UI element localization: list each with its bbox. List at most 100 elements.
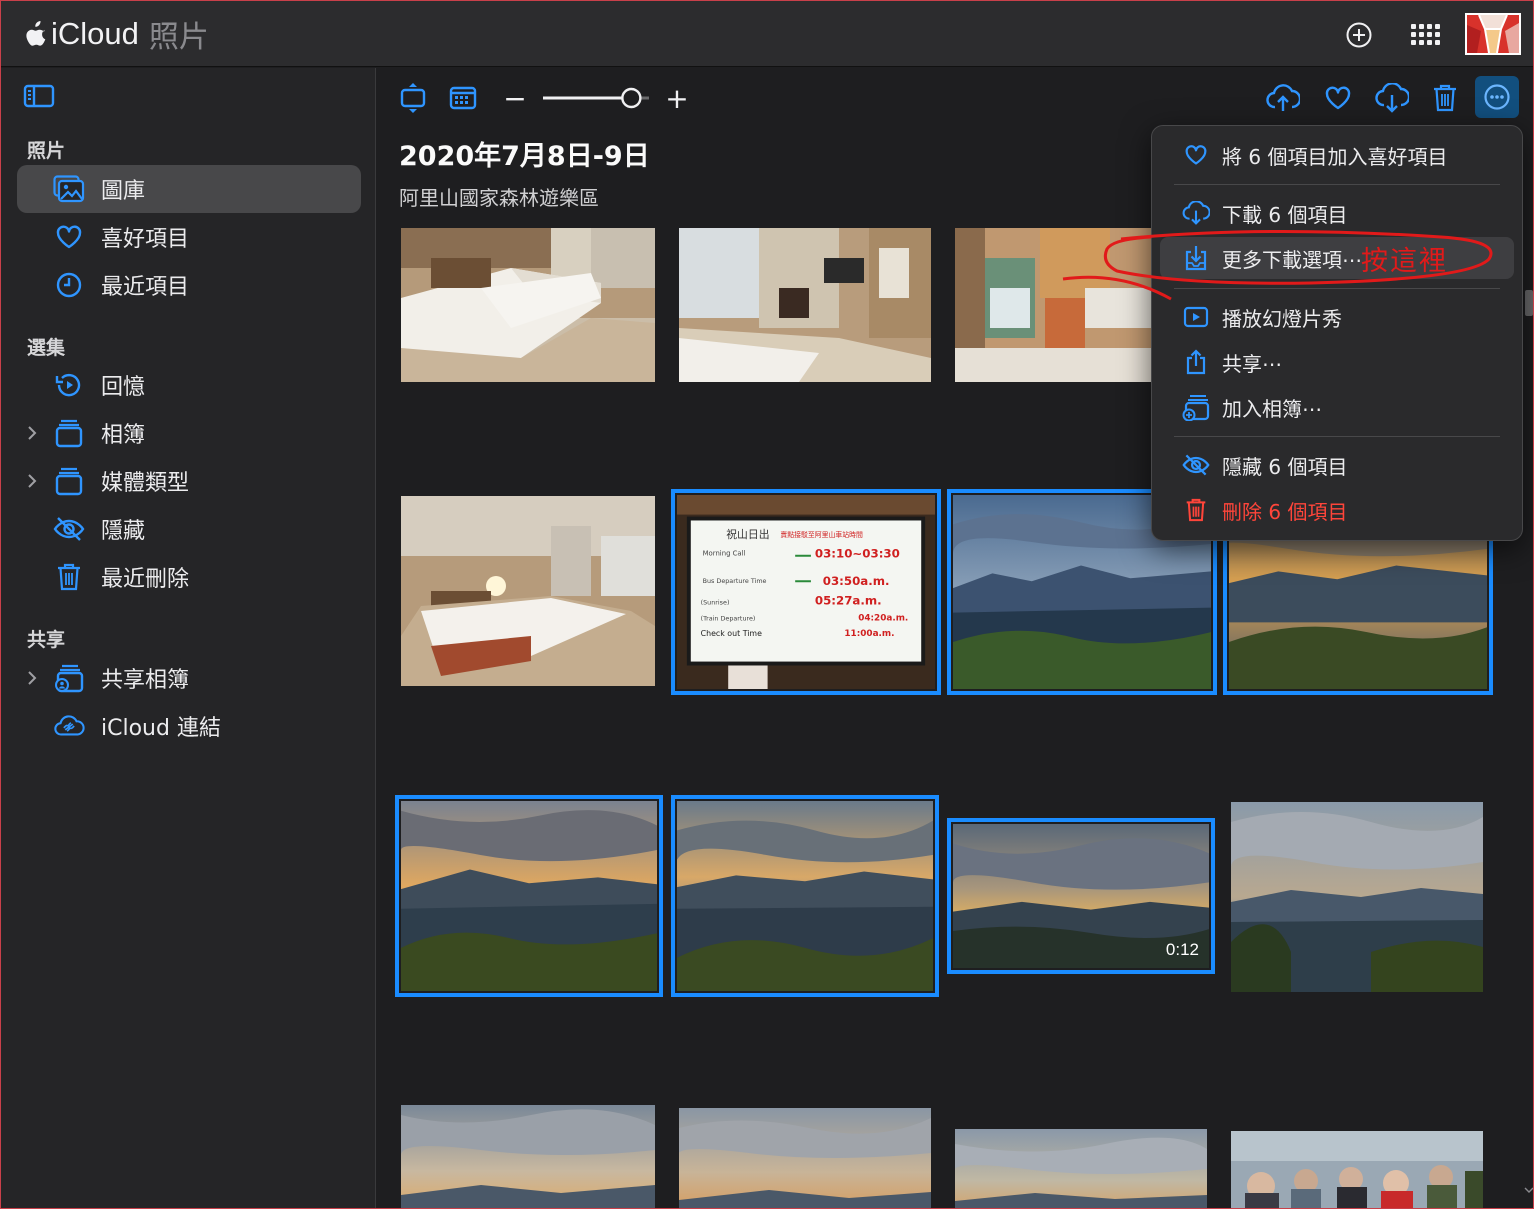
menu-item-share[interactable]: 共享⋯ bbox=[1160, 341, 1514, 383]
sidebar-item-label: 回憶 bbox=[101, 375, 146, 400]
svg-text:(Train Departure): (Train Departure) bbox=[701, 614, 756, 622]
svg-text:04:20a.m.: 04:20a.m. bbox=[858, 613, 908, 623]
heart-icon[interactable] bbox=[1318, 80, 1358, 116]
sidebar-item-label: 圖庫 bbox=[101, 179, 146, 204]
cloud-download-icon[interactable] bbox=[1372, 80, 1412, 116]
sidebar-item-label: iCloud 連結 bbox=[101, 716, 221, 741]
menu-item-delete[interactable]: 刪除 6 個項目 bbox=[1160, 489, 1514, 531]
sidebar-item-shared-albums[interactable]: 共享相簿 bbox=[17, 654, 361, 702]
svg-text:賣點接駁至阿里山車站時間: 賣點接駁至阿里山車站時間 bbox=[780, 530, 863, 539]
more-button[interactable] bbox=[1475, 76, 1519, 118]
svg-text:05:27a.m.: 05:27a.m. bbox=[815, 594, 882, 608]
sidebar-toggle-icon[interactable] bbox=[23, 84, 57, 112]
trash-icon[interactable] bbox=[1425, 80, 1465, 116]
photo-thumbnail-selected[interactable]: 祝山日出 賣點接駁至阿里山車站時間 Morning Call 03:10~03:… bbox=[671, 489, 941, 695]
sidebar-item-label: 共享相簿 bbox=[101, 668, 190, 693]
photo-thumbnail[interactable] bbox=[401, 496, 655, 686]
aspect-toggle-icon[interactable] bbox=[393, 80, 433, 116]
menu-item-hide[interactable]: 隱藏 6 個項目 bbox=[1160, 444, 1514, 486]
menu-item-download[interactable]: 下載 6 個項目 bbox=[1160, 192, 1514, 234]
sidebar-item-hidden[interactable]: 隱藏 bbox=[17, 505, 361, 553]
shared-album-icon bbox=[53, 662, 85, 694]
menu-item-add-favorites[interactable]: 將 6 個項目加入喜好項目 bbox=[1160, 134, 1514, 176]
heart-icon bbox=[53, 221, 85, 253]
menu-item-slideshow[interactable]: 播放幻燈片秀 bbox=[1160, 296, 1514, 338]
menu-item-label: 隱藏 6 個項目 bbox=[1222, 454, 1348, 479]
ellipsis-circle-icon bbox=[1484, 84, 1510, 110]
menu-divider bbox=[1174, 436, 1500, 437]
photo-thumbnail[interactable] bbox=[955, 228, 1151, 382]
photo-thumbnail-selected[interactable] bbox=[671, 795, 939, 997]
photo-library-icon bbox=[53, 173, 85, 205]
menu-item-label: 加入相簿⋯ bbox=[1222, 396, 1322, 421]
sidebar-item-library[interactable]: 圖庫 bbox=[17, 165, 361, 213]
play-icon bbox=[1182, 303, 1210, 331]
menu-item-label: 刪除 6 個項目 bbox=[1222, 499, 1348, 524]
zoom-slider-knob bbox=[621, 87, 642, 109]
icloud-photos-window: iCloud 照片 照片 圖庫 喜好項目 最近項目 選集 回憶 相簿 媒體類型 … bbox=[0, 0, 1534, 1209]
album-stack-icon bbox=[53, 465, 85, 497]
zoom-slider[interactable] bbox=[543, 86, 653, 110]
sidebar-item-favorites[interactable]: 喜好項目 bbox=[17, 213, 361, 261]
svg-text:11:00a.m.: 11:00a.m. bbox=[844, 629, 894, 639]
chevron-right-icon[interactable] bbox=[25, 668, 39, 688]
menu-item-more-download-options[interactable]: 更多下載選項⋯ bbox=[1160, 237, 1514, 279]
sidebar-item-recently-deleted[interactable]: 最近刪除 bbox=[17, 553, 361, 601]
trash-icon bbox=[1182, 496, 1210, 524]
share-icon bbox=[1182, 348, 1210, 376]
menu-item-label: 將 6 個項目加入喜好項目 bbox=[1222, 144, 1448, 169]
clock-icon bbox=[53, 269, 85, 301]
calendar-grid-icon[interactable] bbox=[443, 80, 483, 116]
video-thumbnail-selected[interactable]: 0:12 bbox=[947, 818, 1215, 974]
sidebar-item-media-types[interactable]: 媒體類型 bbox=[17, 457, 361, 505]
brand[interactable]: iCloud 照片 bbox=[25, 15, 209, 55]
scrollbar-thumb[interactable] bbox=[1525, 290, 1533, 316]
cloud-upload-icon[interactable] bbox=[1263, 80, 1303, 116]
eye-slash-icon bbox=[53, 513, 85, 545]
top-bar: iCloud 照片 bbox=[1, 1, 1533, 67]
chevron-right-icon[interactable] bbox=[25, 471, 39, 491]
sidebar-item-label: 媒體類型 bbox=[101, 471, 190, 496]
sidebar-item-recents[interactable]: 最近項目 bbox=[17, 261, 361, 309]
album-stack-icon bbox=[53, 417, 85, 449]
zoom-in-button[interactable]: + bbox=[657, 80, 697, 116]
photo-thumbnail[interactable] bbox=[401, 1105, 655, 1208]
zoom-out-button[interactable]: − bbox=[495, 80, 535, 116]
photo-thumbnail[interactable] bbox=[1231, 1131, 1483, 1208]
menu-item-label: 下載 6 個項目 bbox=[1222, 202, 1348, 227]
heart-icon bbox=[1182, 141, 1210, 169]
photo-thumbnail[interactable] bbox=[401, 228, 655, 382]
sidebar-item-icloud-links[interactable]: iCloud 連結 bbox=[17, 702, 361, 750]
svg-text:Morning Call: Morning Call bbox=[703, 550, 746, 558]
menu-item-label: 播放幻燈片秀 bbox=[1222, 306, 1342, 331]
photo-thumbnail[interactable] bbox=[1231, 802, 1483, 992]
svg-text:(Sunrise): (Sunrise) bbox=[701, 599, 730, 607]
svg-text:Bus Departure Time: Bus Departure Time bbox=[703, 577, 767, 585]
more-actions-menu: 將 6 個項目加入喜好項目 下載 6 個項目 更多下載選項⋯ 播放幻燈片秀 共享… bbox=[1151, 125, 1523, 541]
moment-location[interactable]: 阿里山國家森林遊樂區 bbox=[399, 182, 599, 211]
photo-thumbnail[interactable] bbox=[679, 1108, 931, 1208]
svg-text:03:10~03:30: 03:10~03:30 bbox=[815, 547, 900, 561]
download-tray-icon bbox=[1182, 244, 1210, 272]
app-grid-icon[interactable] bbox=[1406, 15, 1446, 55]
menu-divider bbox=[1174, 184, 1500, 185]
section-collections: 選集 bbox=[27, 337, 66, 359]
link-cloud-icon bbox=[53, 710, 85, 742]
scrollbar[interactable] bbox=[1523, 68, 1534, 1208]
memories-icon bbox=[53, 369, 85, 401]
photo-thumbnail[interactable] bbox=[955, 1129, 1207, 1208]
product-name: 照片 bbox=[148, 20, 209, 55]
sidebar-item-albums[interactable]: 相簿 bbox=[17, 409, 361, 457]
avatar[interactable] bbox=[1465, 13, 1521, 55]
photo-thumbnail-selected[interactable] bbox=[395, 795, 663, 997]
sidebar-item-memories[interactable]: 回憶 bbox=[17, 361, 361, 409]
sidebar-item-label: 相簿 bbox=[101, 423, 146, 448]
menu-item-label: 共享⋯ bbox=[1222, 351, 1282, 376]
eye-slash-icon bbox=[1182, 451, 1210, 479]
photo-thumbnail[interactable] bbox=[679, 228, 931, 382]
chevron-right-icon[interactable] bbox=[25, 423, 39, 443]
menu-item-add-to-album[interactable]: 加入相簿⋯ bbox=[1160, 386, 1514, 428]
scroll-down-arrow-icon[interactable] bbox=[1524, 1186, 1534, 1194]
sidebar-item-label: 最近刪除 bbox=[101, 567, 190, 592]
add-icon[interactable] bbox=[1339, 15, 1379, 55]
